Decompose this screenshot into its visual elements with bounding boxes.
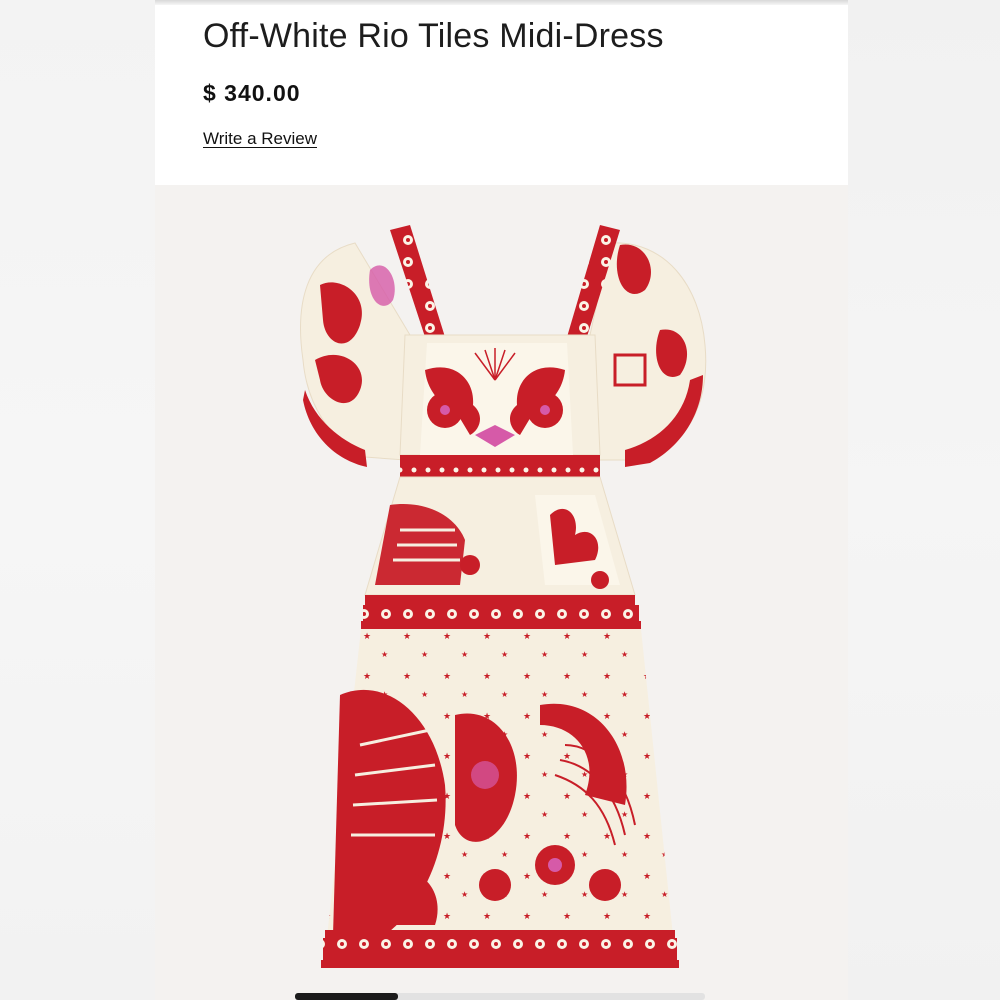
bodice (399, 334, 601, 456)
product-page: Off-White Rio Tiles Midi-Dress $ 340.00 … (155, 0, 848, 1000)
product-title: Off-White Rio Tiles Midi-Dress (203, 17, 664, 55)
product-header: Off-White Rio Tiles Midi-Dress $ 340.00 … (155, 5, 848, 185)
write-review-link[interactable]: Write a Review (203, 129, 317, 149)
skirt (325, 629, 675, 955)
tier-band (365, 595, 635, 605)
middle-tier (364, 476, 636, 596)
left-sleeve (300, 242, 411, 467)
product-price: $ 340.00 (203, 80, 301, 106)
left-backdrop (0, 0, 155, 1000)
hem-band (325, 930, 675, 938)
carousel-position-thumb (295, 993, 398, 1000)
image-carousel-indicator[interactable] (295, 993, 705, 1000)
right-backdrop (848, 0, 1000, 1000)
top-edge-shadow (155, 0, 848, 5)
right-sleeve (589, 242, 707, 467)
dress-illustration: ★ ★ (300, 225, 707, 968)
waist-band (400, 455, 600, 465)
product-image[interactable]: ★ ★ (155, 185, 848, 1000)
